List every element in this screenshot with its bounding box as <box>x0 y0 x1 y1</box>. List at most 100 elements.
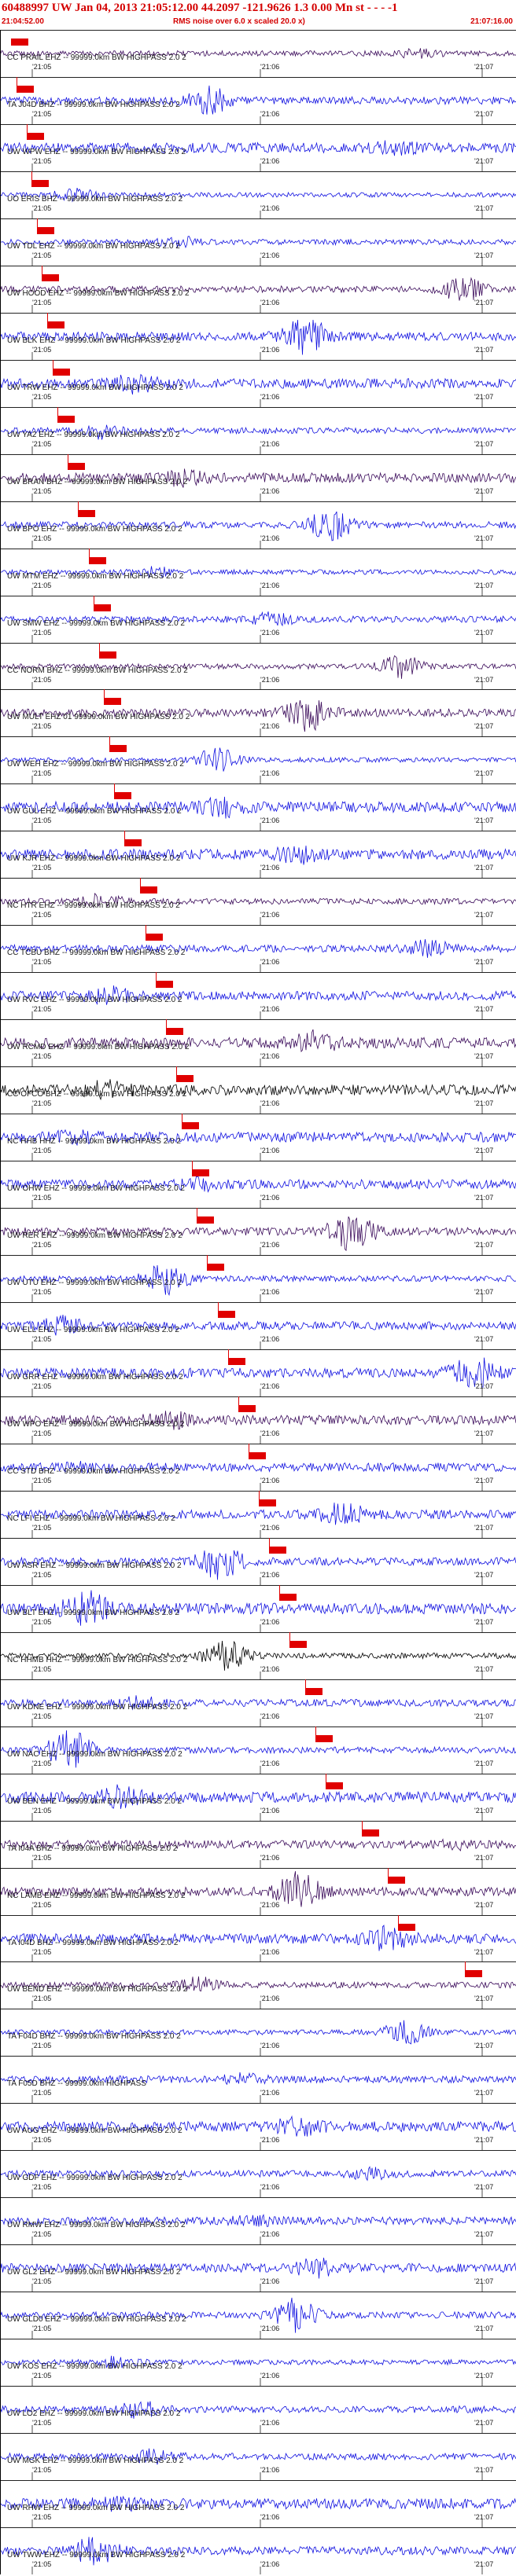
phase-pick-marker[interactable] <box>109 745 127 752</box>
phase-pick-marker[interactable] <box>465 1970 482 1977</box>
phase-pick-marker[interactable] <box>326 1782 343 1789</box>
trace-row: UW BLK EHZ -- 99999.0km BW HIGHPASS 2.0 … <box>1 313 516 360</box>
time-tick-label: '21:05 <box>32 1005 52 1013</box>
phase-pick-marker[interactable] <box>140 886 157 894</box>
trace-label: UW BLT EHZ -- 99999.0km BW HIGHPASS 2.0 … <box>7 1609 179 1617</box>
time-tick-label: '21:06 <box>260 1005 280 1013</box>
phase-pick-marker[interactable] <box>89 557 106 564</box>
phase-pick-marker[interactable] <box>192 1169 209 1176</box>
phase-pick-marker[interactable] <box>53 369 70 376</box>
trace-label: TA F05D BHZ -- 99999.0km HIGHPASS <box>7 2079 146 2088</box>
trace-row: UW LO2 EHZ -- 99999.0km BW HIGHPASS 2.0 … <box>1 2386 516 2433</box>
time-tick-label: '21:07 <box>474 1241 494 1249</box>
time-tick-label: '21:05 <box>32 2419 52 2427</box>
time-tick-label: '21:05 <box>32 393 52 401</box>
time-tick-label: '21:06 <box>260 629 280 637</box>
time-tick-label: '21:06 <box>260 2089 280 2097</box>
phase-pick-marker[interactable] <box>114 792 131 799</box>
phase-pick-marker[interactable] <box>37 227 54 234</box>
time-tick-label: '21:07 <box>474 1665 494 1673</box>
phase-pick-marker[interactable] <box>259 1499 276 1506</box>
time-tick-label: '21:07 <box>474 629 494 637</box>
trace-label: UW BLK EHZ -- 99999.0km BW HIGHPASS 2.0 … <box>7 336 181 345</box>
time-tick-label: '21:07 <box>474 1901 494 1909</box>
pick-connector <box>289 1632 290 1642</box>
phase-pick-marker[interactable] <box>146 934 163 941</box>
phase-pick-marker[interactable] <box>315 1735 333 1742</box>
trace-label: NC HHB HHZ -- 99999.0km BW HIGHPASS 2.0 … <box>7 1137 181 1146</box>
trace-label: UW WPW EHZ -- 99999.0km BW HIGHPASS 2.0 … <box>7 148 186 156</box>
pick-connector <box>89 549 90 558</box>
time-tick-label: '21:07 <box>474 1335 494 1343</box>
trace-label: UW BPO EHZ -- 99999.0km BW HIGHPASS 2.0 … <box>7 525 182 534</box>
phase-pick-marker[interactable] <box>94 604 111 611</box>
trace-label: UW NAC EHZ -- 99999.0km BW HIGHPASS 2.0 … <box>7 1750 182 1759</box>
phase-pick-marker[interactable] <box>228 1358 245 1365</box>
trace-label: UW GRR EHZ -- 99999.0km BW HIGHPASS 2.0 … <box>7 1373 183 1382</box>
time-tick-label: '21:05 <box>32 1571 52 1579</box>
trace-row: NC LAMB EHZ -- 99999.0km BW HIGHPASS 2.0… <box>1 1868 516 1915</box>
time-tick-label: '21:07 <box>474 816 494 824</box>
trace-row: UW MGK EHZ -- 99999.0km BW HIGHPASS 2.0 … <box>1 2433 516 2480</box>
time-tick-label: '21:07 <box>474 1760 494 1767</box>
time-tick-label: '21:07 <box>474 1994 494 2002</box>
phase-pick-marker[interactable] <box>269 1547 286 1554</box>
phase-pick-marker[interactable] <box>238 1405 256 1412</box>
time-tick-label: '21:06 <box>260 1901 280 1909</box>
trace-label: NC HTR EHZ -- 99999.0km BW HIGHPASS 2.0 … <box>7 901 180 910</box>
phase-pick-marker[interactable] <box>31 180 49 187</box>
pick-connector <box>192 1161 193 1170</box>
phase-pick-marker[interactable] <box>166 1028 183 1035</box>
trace-row: UW ASR EHZ -- 99999.0km BW HIGHPASS 2.0 … <box>1 1538 516 1585</box>
time-tick-label: '21:05 <box>32 1429 52 1437</box>
phase-pick-marker[interactable] <box>218 1311 235 1318</box>
phase-pick-marker[interactable] <box>279 1594 297 1601</box>
time-tick-label: '21:05 <box>32 1948 52 1956</box>
trace-label: TA I04A BHZ -- 99999.0km BW HIGHPASS 2.0… <box>7 1844 178 1853</box>
time-tick-label: '21:07 <box>474 864 494 872</box>
trace-label: TA F04D BHZ -- 99999.0km BW HIGHPASS 2.0… <box>7 2032 181 2041</box>
phase-pick-marker[interactable] <box>78 510 95 517</box>
time-tick-label: '21:06 <box>260 582 280 589</box>
time-tick-label: '21:07 <box>474 1618 494 1626</box>
time-tick-label: '21:06 <box>260 2513 280 2521</box>
time-tick-label: '21:07 <box>474 2466 494 2474</box>
phase-pick-marker[interactable] <box>47 321 64 328</box>
phase-pick-marker[interactable] <box>207 1264 224 1271</box>
time-tick-label: '21:05 <box>32 2136 52 2144</box>
time-tick-label: '21:05 <box>32 299 52 306</box>
phase-pick-marker[interactable] <box>27 133 44 140</box>
time-tick-label: '21:07 <box>474 1005 494 1013</box>
phase-pick-marker[interactable] <box>305 1688 322 1695</box>
phase-pick-marker[interactable] <box>289 1641 307 1648</box>
pick-connector <box>362 1821 363 1830</box>
phase-pick-marker[interactable] <box>362 1829 379 1837</box>
phase-pick-marker[interactable] <box>57 416 75 423</box>
pick-connector <box>47 313 48 322</box>
trace-row: UO ERIS BHZ -- 99999.0km BW HIGHPASS 2.0… <box>1 171 516 218</box>
pick-connector <box>31 171 32 181</box>
trace-row: NC HHB HHZ -- 99999.0km BW HIGHPASS 2.0 … <box>1 1114 516 1161</box>
trace-row: UW RCMD EHZ -- 99999.0km BW HIGHPASS 2.0… <box>1 1019 516 1066</box>
time-tick-label: '21:07 <box>474 110 494 118</box>
phase-pick-marker[interactable] <box>249 1452 266 1459</box>
trace-row: UW GL2 EHZ -- 99999.0km BW HIGHPASS 2.0 … <box>1 2244 516 2292</box>
phase-pick-marker[interactable] <box>68 463 85 470</box>
phase-pick-marker[interactable] <box>99 651 116 659</box>
trace-row: NC LFI EHZ -- 99999.0km BW HIGHPASS 2.0 … <box>1 1491 516 1538</box>
phase-pick-marker[interactable] <box>104 698 121 705</box>
phase-pick-marker[interactable] <box>176 1075 194 1082</box>
phase-pick-marker[interactable] <box>388 1877 405 1884</box>
phase-pick-marker[interactable] <box>398 1924 415 1931</box>
phase-pick-marker[interactable] <box>124 839 142 846</box>
phase-pick-marker[interactable] <box>42 274 59 281</box>
phase-pick-marker[interactable] <box>17 86 34 93</box>
time-tick-label: '21:06 <box>260 2277 280 2285</box>
trace-row: UW MULT EHZ 01 99999.0km BW HIGHPASS 2.0… <box>1 689 516 736</box>
phase-pick-marker[interactable] <box>156 981 173 988</box>
phase-pick-marker[interactable] <box>182 1122 199 1129</box>
phase-pick-marker[interactable] <box>197 1216 214 1224</box>
trace-label: UW KOS EHZ -- 99999.0km BW HIGHPASS 2.0 … <box>7 2362 182 2371</box>
time-tick-label: '21:07 <box>474 157 494 165</box>
phase-pick-marker[interactable] <box>11 39 28 46</box>
